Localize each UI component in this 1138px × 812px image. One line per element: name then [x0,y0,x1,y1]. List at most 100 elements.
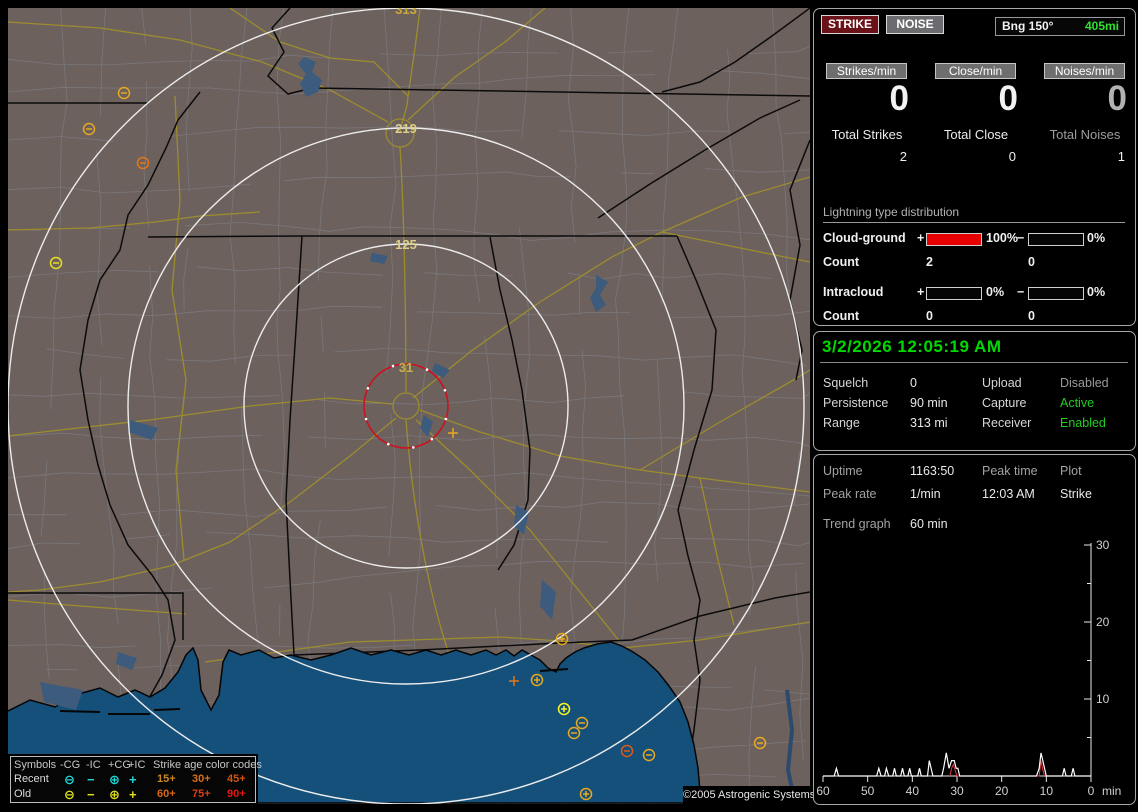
svg-text:20: 20 [995,784,1009,798]
uptime-value: 1163:50 [910,464,955,478]
strike-counters-panel: STRIKE NOISE Bng 150° 405mi Strikes/min … [813,8,1136,326]
ic-positive-pct: 0% [986,285,1005,299]
trend-graph-label: Trend graph [823,517,891,531]
persistence-label: Persistence [823,396,889,410]
close-rate-value: 0 [998,79,1018,118]
legend-header: -CG [60,759,81,771]
range-label: Range [823,416,860,430]
cg-negative-pct: 0% [1087,231,1106,245]
svg-text:50: 50 [861,784,875,798]
ic-positive-bar [926,287,982,300]
legend-row-label: Old [14,788,32,800]
legend-age-value: 90+ [227,788,246,800]
legend-age-value: 75+ [192,788,211,800]
status-panel: 3/2/2026 12:05:19 AM Squelch 0 Upload Di… [813,331,1136,451]
legend-row-label: Recent [14,773,49,785]
datetime-divider [820,362,1128,363]
squelch-value: 0 [910,376,917,390]
noises-per-min-button[interactable]: Noises/min [1044,63,1125,79]
ring-label-31: 31 [399,360,413,375]
strike-mode-button[interactable]: STRIKE [821,15,879,34]
trend-series-cloud-ground-positive [949,760,1045,777]
legend-symbol-icon: − [87,787,95,802]
trend-series-strikes-per-minute [823,752,1091,777]
cg-positive-bar [926,233,982,246]
stats-trend-panel: Uptime 1163:50 Peak time Plot Peak rate … [813,454,1136,805]
peak-time-label: Peak time [982,464,1038,478]
ic-count-label: Count [823,309,860,323]
upload-label: Upload [982,376,1022,390]
legend-symbol-icon: ⊖ [64,772,75,787]
capture-label: Capture [982,396,1027,410]
range-value: 313 mi [910,416,948,430]
strikes-per-min-button[interactable]: Strikes/min [826,63,907,79]
legend-age-value: 45+ [227,773,246,785]
legend-age-value: 15+ [157,773,176,785]
bearing-label: Bng 150° [1002,19,1054,33]
intracloud-label: Intracloud [823,285,884,299]
peak-rate-value: 1/min [910,487,941,501]
bearing-distance: 405mi [1084,19,1119,33]
legend-header: Symbols [14,759,57,771]
ic-negative-pct: 0% [1087,285,1106,299]
cg-minus-sign: − [1017,231,1025,245]
cg-count-label: Count [823,255,860,269]
legend-age-value: 60+ [157,788,176,800]
ring-label-313: 313 [395,8,417,17]
cg-plus-sign: + [917,231,925,245]
receiver-status: Enabled [1060,416,1106,430]
capture-status: Active [1060,396,1095,410]
trend-graph-value: 60 min [910,517,948,531]
cg-negative-bar [1028,233,1084,246]
total-strikes-label: Total Strikes [831,127,903,142]
svg-text:min: min [1102,784,1121,798]
legend-header: -IC [86,759,101,771]
uptime-label: Uptime [823,464,863,478]
ic-negative-bar [1028,287,1084,300]
total-close-label: Total Close [943,127,1009,142]
strikes-counter-column: Strikes/min 0 Total Strikes 2 [823,63,911,164]
ring-label-219: 219 [395,121,417,136]
copyright-text: ©2005 Astrogenic Systems [683,786,815,804]
noises-counter-column: Noises/min 0 Total Noises 1 [1041,63,1129,164]
legend-age-header: Strike age color codes [153,759,262,771]
cg-positive-count: 2 [926,255,933,269]
plot-label: Plot [1060,464,1082,478]
ring-label-125: 125 [395,237,417,252]
legend-symbol-icon: ⊕ [109,772,120,787]
persistence-value: 90 min [910,396,948,410]
svg-text:20: 20 [1096,615,1110,629]
close-counter-column: Close/min 0 Total Close 0 [932,63,1020,164]
plot-value: Strike [1060,487,1092,501]
cg-negative-count: 0 [1028,255,1035,269]
close-per-min-button[interactable]: Close/min [935,63,1016,79]
noise-mode-button[interactable]: NOISE [886,15,944,34]
svg-text:60: 60 [816,784,830,798]
strikes-rate-value: 0 [889,79,909,118]
receiver-label: Receiver [982,416,1032,430]
map-legend: Symbols -CG -IC +CG +IC Strike age color code… [10,756,262,803]
datetime-display: 3/2/2026 12:05:19 AM [822,337,1002,356]
svg-text:10: 10 [1040,784,1054,798]
total-strikes-value: 2 [899,149,907,164]
svg-text:30: 30 [950,784,964,798]
svg-text:0: 0 [1088,784,1095,798]
total-noises-label: Total Noises [1049,127,1121,142]
ic-negative-count: 0 [1028,309,1035,323]
legend-symbol-icon: − [87,772,95,787]
svg-text:40: 40 [906,784,920,798]
legend-age-value: 30+ [192,773,211,785]
map-canvas[interactable]: 313 219 125 31 [8,8,810,804]
peak-rate-label: Peak rate [823,487,877,501]
legend-symbol-icon: + [129,772,137,787]
total-noises-value: 1 [1117,149,1125,164]
ic-positive-count: 0 [926,309,933,323]
ic-minus-sign: − [1017,285,1025,299]
legend-symbol-icon: ⊕ [109,787,120,802]
svg-text:30: 30 [1096,539,1110,552]
legend-symbol-icon: ⊖ [64,787,75,802]
upload-status: Disabled [1060,376,1109,390]
legend-symbol-icon: + [129,787,137,802]
cloud-ground-label: Cloud-ground [823,231,906,245]
noises-rate-value: 0 [1107,79,1127,118]
